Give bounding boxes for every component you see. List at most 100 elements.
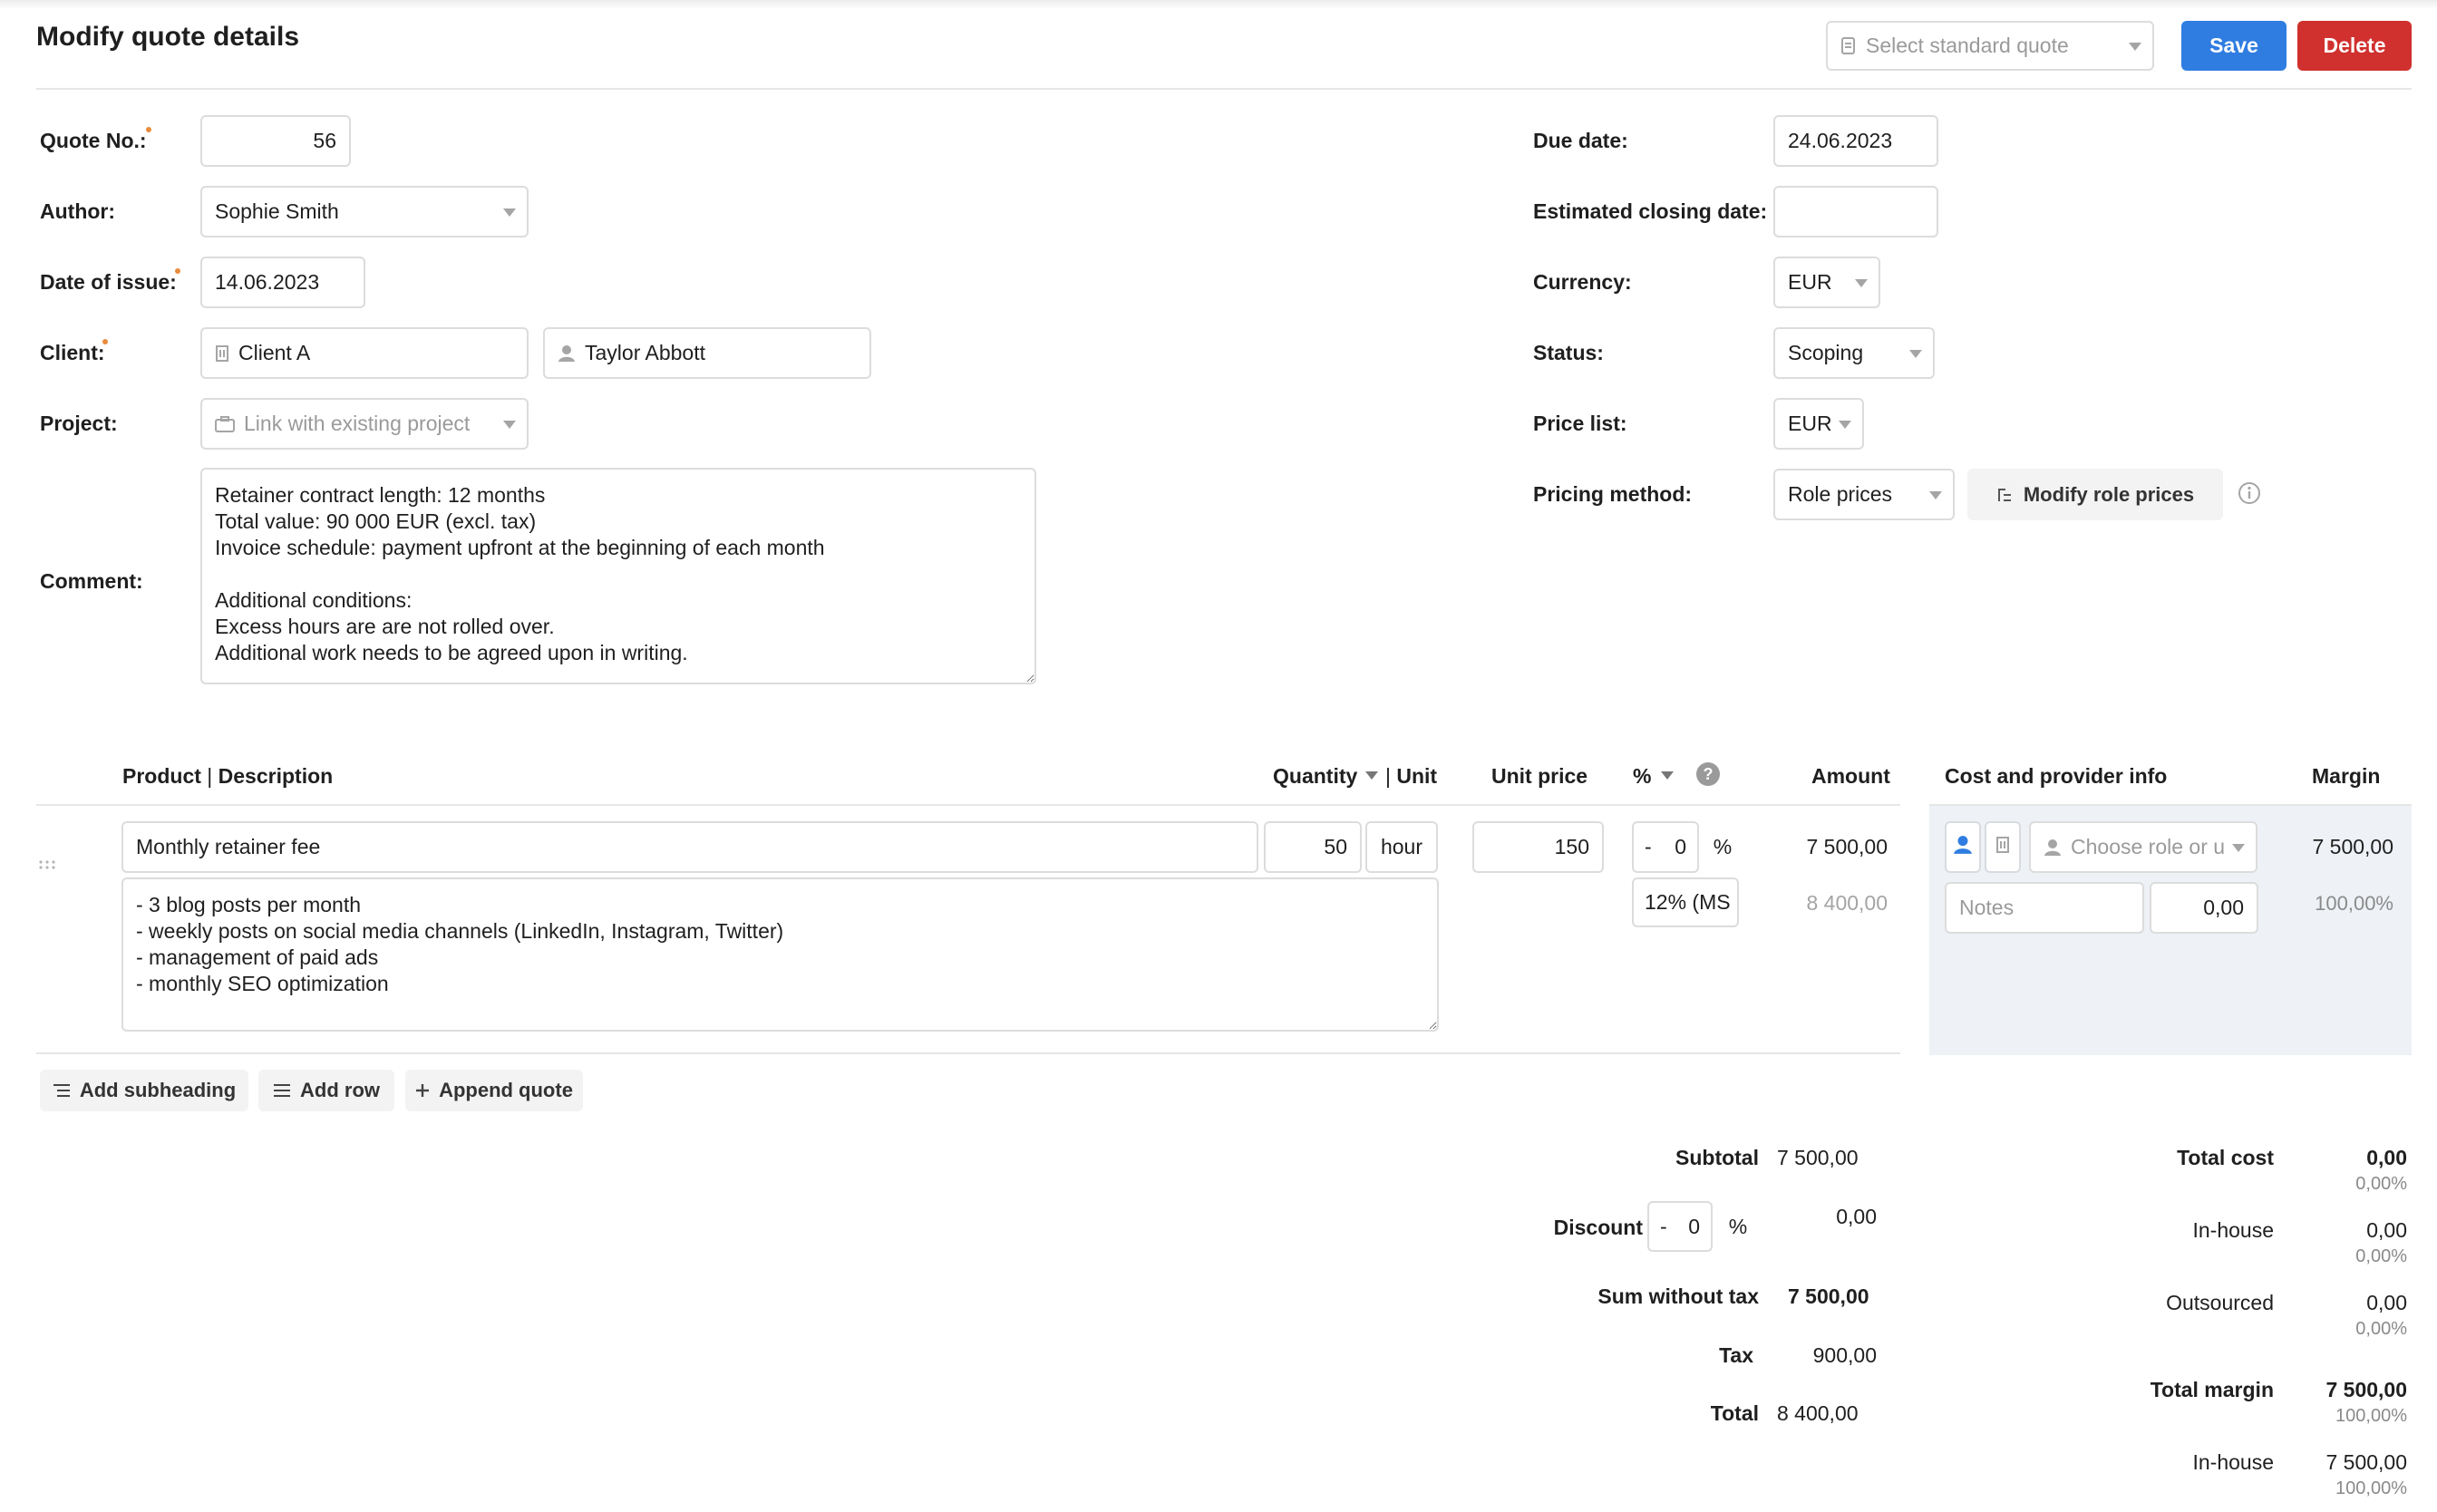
notes-placeholder: Notes (1959, 896, 2015, 919)
discount-amount: 0,00 (1836, 1205, 1877, 1228)
comment-textarea[interactable]: Retainer contract length: 12 months Tota… (200, 468, 1036, 684)
drag-handle-icon[interactable] (38, 852, 56, 876)
author-value: Sophie Smith (215, 199, 339, 223)
unit-field[interactable]: hour (1365, 821, 1438, 873)
person-icon (558, 344, 576, 363)
margin-inhouse-value: 7 500,00 (2325, 1450, 2407, 1474)
cost-field[interactable]: 0,00 (2150, 882, 2258, 934)
add-subheading-label: Add subheading (79, 1079, 237, 1101)
cost-outsourced-label: Outsourced (2166, 1291, 2274, 1314)
svg-text:?: ? (1704, 765, 1714, 783)
due-date-field[interactable]: 24.06.2023 (1773, 115, 1938, 167)
subtotal-label: Subtotal (1675, 1146, 1759, 1169)
total-label: Total (1710, 1401, 1759, 1425)
comment-label: Comment: (40, 569, 143, 593)
role-prices-icon (1996, 486, 2015, 504)
total-discount-sign[interactable]: - (1660, 1215, 1667, 1239)
chevron-down-icon (1839, 420, 1851, 429)
chevron-down-icon (1855, 278, 1868, 287)
closing-date-label: Estimated closing date: (1533, 199, 1768, 223)
header-divider (36, 88, 2412, 90)
price-list-value: EUR (1788, 412, 1832, 435)
tax-select[interactable]: 12% (MS (1632, 877, 1739, 927)
page-title: Modify quote details (36, 22, 300, 52)
tax-label: Tax (1719, 1343, 1753, 1367)
date-of-issue-label: Date of issue: (40, 270, 177, 294)
price-list-select[interactable]: EUR (1773, 398, 1864, 450)
rows-icon (273, 1083, 291, 1098)
cost-inhouse-pct: 0,00% (2355, 1246, 2407, 1266)
line-discount-stepper[interactable]: - 0 (1632, 821, 1699, 873)
inhouse-toggle[interactable] (1945, 821, 1981, 873)
column-unit-price: Unit price (1491, 764, 1588, 788)
append-quote-button[interactable]: Append quote (405, 1070, 583, 1111)
top-shadow (0, 0, 2437, 9)
required-indicator (146, 127, 151, 132)
project-placeholder: Link with existing project (244, 412, 471, 435)
help-icon[interactable]: ? (1695, 761, 1721, 791)
column-amount: Amount (1811, 764, 1890, 788)
required-indicator (102, 339, 108, 344)
author-select[interactable]: Sophie Smith (200, 186, 529, 237)
table-footer-divider (36, 1052, 1900, 1054)
unit-price-field[interactable]: 150 (1472, 821, 1604, 873)
pricing-method-label: Pricing method: (1533, 482, 1693, 506)
info-icon[interactable] (2238, 481, 2261, 509)
plus-icon (415, 1083, 430, 1098)
discount-sign[interactable]: - (1645, 835, 1652, 859)
row-margin: 7 500,00 (2312, 835, 2393, 858)
cost-outsourced-value: 0,00 (2366, 1291, 2407, 1314)
person-icon (2044, 838, 2062, 857)
status-value: Scoping (1788, 341, 1864, 364)
discount-unit[interactable]: % (1704, 821, 1741, 873)
delete-button[interactable]: Delete (2297, 21, 2412, 71)
column-description: Description (218, 764, 334, 788)
margin-inhouse-pct: 100,00% (2335, 1478, 2407, 1498)
project-select[interactable]: Link with existing project (200, 398, 529, 450)
contact-select[interactable]: Taylor Abbott (543, 327, 871, 379)
quote-no-field[interactable]: 56 (200, 115, 351, 167)
add-subheading-button[interactable]: Add subheading (40, 1070, 248, 1111)
pricing-method-select[interactable]: Role prices (1773, 469, 1955, 520)
row-margin-pct: 100,00% (2315, 892, 2393, 915)
total-cost-pct: 0,00% (2355, 1174, 2407, 1194)
currency-select[interactable]: EUR (1773, 257, 1880, 308)
project-label: Project: (40, 412, 118, 435)
total-margin-value: 7 500,00 (2325, 1378, 2407, 1401)
add-row-button[interactable]: Add row (258, 1070, 394, 1111)
column-product: Product (122, 764, 201, 788)
total-margin-pct: 100,00% (2335, 1406, 2407, 1426)
notes-field[interactable]: Notes (1945, 882, 2144, 934)
table-header-divider (36, 804, 1900, 806)
column-product-description: Product | Description (122, 764, 334, 788)
total-cost-value: 0,00 (2366, 1146, 2407, 1169)
column-quantity: Quantity (1273, 764, 1358, 788)
total-discount-value: 0 (1688, 1214, 1700, 1238)
save-button[interactable]: Save (2181, 21, 2287, 71)
standard-quote-select[interactable]: Select standard quote (1826, 21, 2154, 71)
sort-caret-icon[interactable] (1661, 771, 1674, 780)
chevron-down-icon (503, 208, 516, 217)
chevron-down-icon (1929, 490, 1942, 499)
append-quote-label: Append quote (439, 1079, 573, 1101)
sort-caret-icon[interactable] (1365, 771, 1378, 780)
price-list-label: Price list: (1533, 412, 1627, 435)
modify-role-prices-button[interactable]: Modify role prices (1967, 469, 2223, 520)
role-select[interactable]: Choose role or u (2029, 821, 2257, 873)
column-unit-label: Unit (1396, 764, 1438, 788)
client-select[interactable]: Client A (200, 327, 529, 379)
total-margin-label: Total margin (2150, 1378, 2274, 1401)
date-of-issue-field[interactable]: 14.06.2023 (200, 257, 365, 308)
closing-date-field[interactable] (1773, 186, 1938, 237)
total-discount-stepper[interactable]: - 0 (1647, 1201, 1713, 1252)
quantity-field[interactable]: 50 (1264, 821, 1362, 873)
product-name-field[interactable]: Monthly retainer fee (121, 821, 1258, 873)
column-margin: Margin (2312, 764, 2381, 788)
description-textarea[interactable]: - 3 blog posts per month - weekly posts … (121, 877, 1439, 1032)
total-discount-unit[interactable]: % (1720, 1201, 1756, 1252)
chevron-down-icon (1909, 349, 1922, 358)
discount-value: 0 (1675, 835, 1686, 858)
status-select[interactable]: Scoping (1773, 327, 1935, 379)
sum-without-tax-label: Sum without tax (1597, 1284, 1759, 1308)
outsourced-toggle[interactable] (1985, 821, 2021, 873)
